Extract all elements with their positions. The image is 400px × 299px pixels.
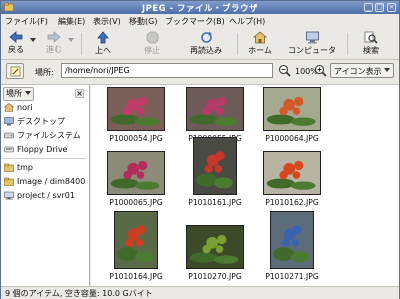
menu-help[interactable]: ヘルプ(H) <box>229 16 265 27</box>
sidebar-mode-select[interactable]: 場所 <box>3 87 34 101</box>
location-input[interactable] <box>61 63 273 78</box>
file-thumbnail[interactable] <box>270 211 314 269</box>
file-thumbnail[interactable] <box>263 87 321 131</box>
file-name: P1000054.JPG <box>109 134 163 143</box>
status-bar: 9 個のアイテム, 空き容量: 10.0 Gバイト <box>1 286 399 299</box>
file-name: P1010162.JPG <box>265 198 319 207</box>
forward-button[interactable]: 進む <box>41 31 67 59</box>
sidebar-item-image-dim8400[interactable]: Image / dim8400 <box>4 176 85 187</box>
close-sidebar-icon[interactable] <box>75 89 84 98</box>
up-arrow-icon <box>97 31 109 44</box>
minimize-button[interactable]: _ <box>364 3 373 12</box>
file-thumbnail[interactable] <box>186 225 244 269</box>
network-folder-icon <box>4 191 14 200</box>
folder-icon <box>4 163 14 172</box>
reload-button[interactable]: 再読込み <box>188 31 224 59</box>
file-name: P1010164.JPG <box>109 272 163 281</box>
view-mode-select[interactable]: アイコン表示 <box>330 63 394 78</box>
menu-go[interactable]: 移動(G) <box>129 16 157 27</box>
photo-image <box>110 160 160 190</box>
maximize-button[interactable]: □ <box>375 3 384 12</box>
menu-file[interactable]: ファイル(F) <box>5 16 48 27</box>
photo-image <box>117 225 154 263</box>
forward-history-dropdown-icon[interactable] <box>68 38 74 43</box>
sidebar-item-desktop[interactable]: デスクトップ <box>4 116 65 127</box>
home-icon <box>253 31 267 44</box>
photo-image <box>189 96 239 126</box>
photo-image <box>189 234 239 264</box>
home-button[interactable]: ホーム <box>247 31 273 59</box>
up-button[interactable]: 上へ <box>90 31 116 59</box>
sidebar-item-floppy[interactable]: Floppy Drive <box>4 144 67 155</box>
sidebar-divider <box>3 158 86 159</box>
toolbar: 戻る 進む 上へ 停止 再読込み ホーム コンピュータ 検索 <box>1 29 399 60</box>
icon-view[interactable]: P1000054.JPGP1000055.JPGP1000064.JPGP100… <box>91 85 399 286</box>
folder-icon <box>4 177 14 186</box>
file-name: P1000064.JPG <box>265 134 319 143</box>
location-bar: 場所: 100% アイコン表示 <box>1 60 399 85</box>
file-name: P1010161.JPG <box>188 198 242 207</box>
file-thumbnail[interactable] <box>263 151 321 195</box>
menu-view[interactable]: 表示(V) <box>93 16 121 27</box>
note-edit-icon <box>10 66 21 77</box>
file-browser-window: JPEG - ファイル・ブラウザ _ □ × ファイル(F) 編集(E) 表示(… <box>0 0 400 299</box>
toolbar-separator <box>347 33 348 55</box>
file-name: P1010270.JPG <box>188 272 242 281</box>
computer-button[interactable]: コンピュータ <box>287 31 337 59</box>
file-thumbnail[interactable] <box>193 137 237 195</box>
home-folder-icon <box>4 103 14 112</box>
sidebar-item-filesystem[interactable]: ファイルシステム <box>4 130 81 141</box>
floppy-drive-icon <box>4 146 14 153</box>
chevron-down-icon <box>384 68 390 72</box>
hard-disk-icon <box>4 132 14 139</box>
toolbar-separator <box>81 33 82 55</box>
sidebar-item-project-svr01[interactable]: project / svr01 <box>4 190 75 201</box>
computer-icon <box>305 31 319 44</box>
photo-image <box>196 151 233 189</box>
back-history-dropdown-icon[interactable] <box>30 38 36 43</box>
menu-bar: ファイル(F) 編集(E) 表示(V) 移動(G) ブックマーク(B) ヘルプ(… <box>1 14 399 28</box>
chevron-down-icon <box>24 91 31 95</box>
photo-image <box>273 225 310 263</box>
search-button[interactable]: 検索 <box>358 31 384 59</box>
sidebar: 場所 nori デスクトップ ファイルシステム Floppy Drive tmp… <box>1 85 90 286</box>
back-button[interactable]: 戻る <box>3 31 29 59</box>
photo-image <box>266 96 316 126</box>
search-icon <box>364 31 378 44</box>
sidebar-header-label: 場所 <box>6 89 22 98</box>
sidebar-item-tmp[interactable]: tmp <box>4 162 33 173</box>
menu-edit[interactable]: 編集(E) <box>58 16 85 27</box>
file-thumbnail[interactable] <box>107 151 165 195</box>
zoom-out-icon[interactable] <box>278 64 291 77</box>
view-mode-label: アイコン表示 <box>334 67 382 76</box>
location-label: 場所: <box>35 68 54 77</box>
close-button[interactable]: × <box>387 3 396 12</box>
stop-button[interactable]: 停止 <box>139 31 165 59</box>
title-bar[interactable]: JPEG - ファイル・ブラウザ _ □ × <box>1 1 399 14</box>
photo-image <box>266 160 316 190</box>
forward-arrow-icon <box>47 31 61 43</box>
photo-image <box>110 96 160 126</box>
toggle-location-edit-button[interactable] <box>6 63 24 79</box>
file-name: P1000065.JPG <box>109 198 163 207</box>
desktop-icon <box>4 117 14 126</box>
file-thumbnail[interactable] <box>186 87 244 131</box>
window-title: JPEG - ファイル・ブラウザ <box>141 4 259 14</box>
file-name: P1010271.JPG <box>265 272 319 281</box>
file-thumbnail[interactable] <box>114 211 158 269</box>
file-thumbnail[interactable] <box>107 87 165 131</box>
toolbar-separator <box>237 33 238 55</box>
stop-icon <box>146 31 158 44</box>
back-arrow-icon <box>9 31 23 43</box>
menu-bookmarks[interactable]: ブックマーク(B) <box>165 16 225 27</box>
sidebar-item-home[interactable]: nori <box>4 102 32 113</box>
reload-icon <box>200 31 212 43</box>
status-text: 9 個のアイテム, 空き容量: 10.0 Gバイト <box>5 289 153 298</box>
zoom-in-icon[interactable] <box>314 64 327 77</box>
